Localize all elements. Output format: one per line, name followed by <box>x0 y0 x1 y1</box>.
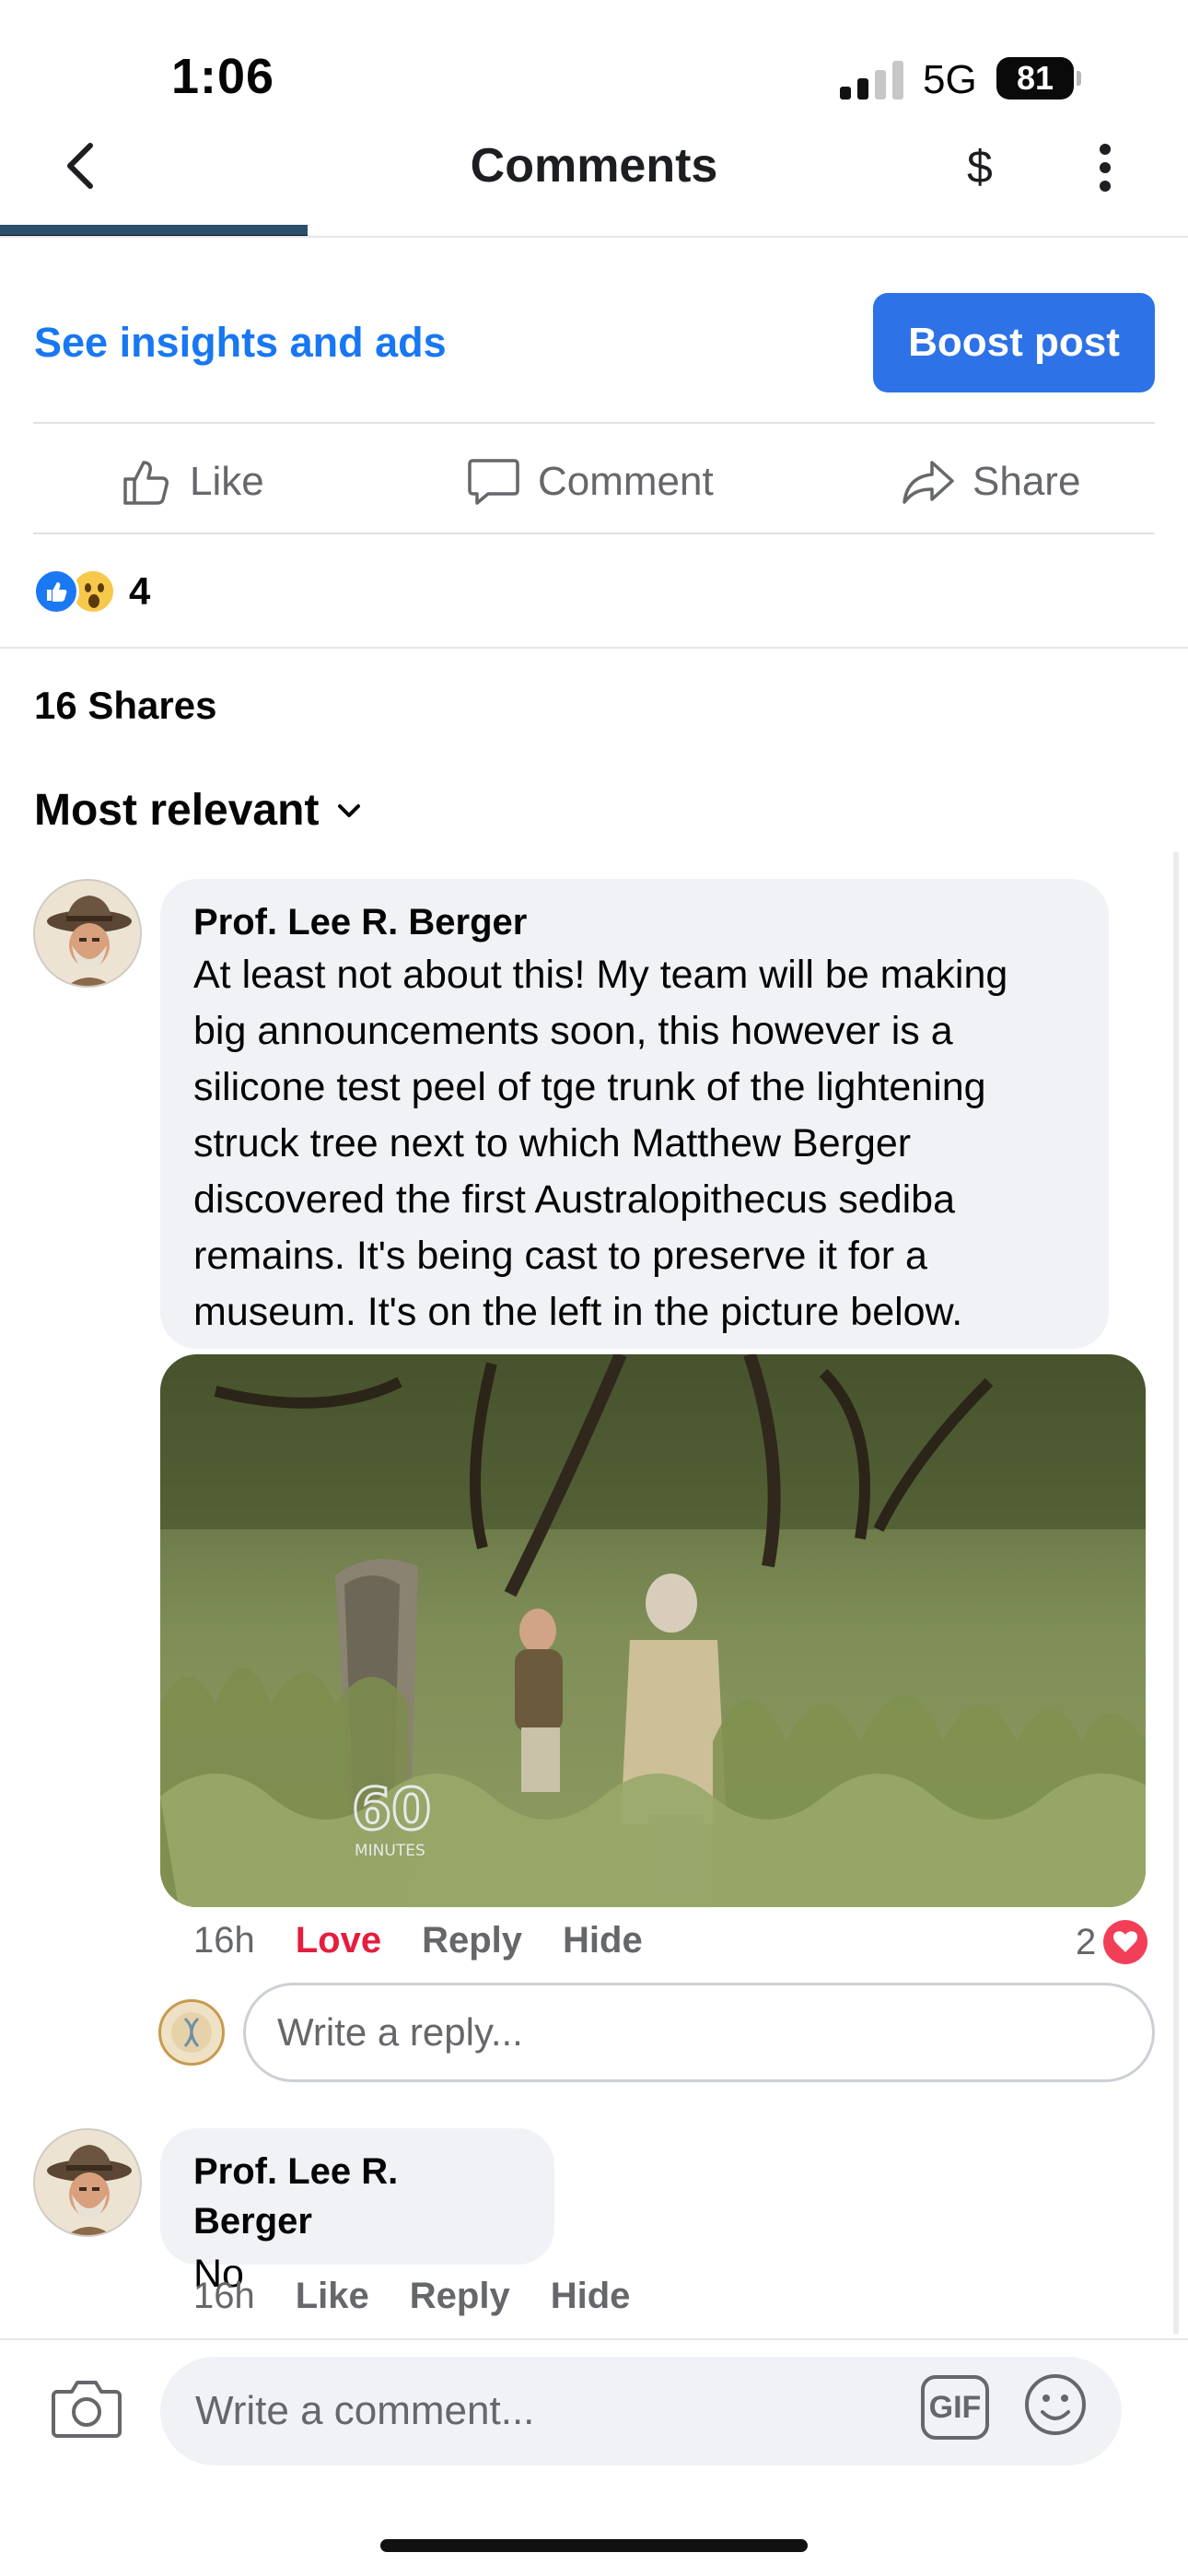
divider <box>33 533 1155 534</box>
battery-icon: 81 <box>996 57 1081 101</box>
comment-bubble: Prof. Lee R. Berger No <box>160 2128 554 2296</box>
page-title: Comments <box>470 139 718 193</box>
comment-bubble: Prof. Lee R. Berger At least not about t… <box>160 879 1109 1349</box>
divider <box>33 422 1155 424</box>
comment-icon <box>468 459 519 505</box>
like-icon <box>123 461 169 505</box>
gif-icon[interactable]: GIF <box>921 2375 989 2440</box>
home-indicator[interactable] <box>380 2539 808 2552</box>
network-label: 5G <box>923 57 977 102</box>
like-reaction-icon <box>33 568 79 615</box>
see-insights-link[interactable]: See insights and ads <box>34 319 447 367</box>
reply-input[interactable]: Write a reply... <box>243 1983 1155 2082</box>
comment-composer: Write a comment... GIF <box>0 2338 1188 2476</box>
comment-button[interactable]: Comment <box>466 450 714 514</box>
nav-bar: Comments $ <box>0 120 1188 212</box>
comment-meta: 16h Like Reply Hide <box>193 2276 670 2317</box>
camera-icon[interactable] <box>52 2375 122 2440</box>
dollar-icon[interactable]: $ <box>967 140 993 193</box>
comment-author[interactable]: Prof. Lee R. Berger <box>193 2147 521 2246</box>
reply-button[interactable]: Reply <box>422 1920 522 1961</box>
my-avatar <box>158 1999 225 2066</box>
status-time: 1:06 <box>171 49 275 104</box>
love-button[interactable]: Love <box>296 1920 381 1961</box>
scrollbar[interactable] <box>1173 851 1179 2335</box>
photo-watermark-sub: MINUTES <box>355 1842 425 1860</box>
sort-label: Most relevant <box>34 786 320 835</box>
photo-watermark: 60 <box>352 1775 431 1843</box>
more-icon[interactable] <box>1094 144 1116 192</box>
comment-text: At least not about this! My team will be… <box>193 953 1008 1334</box>
like-label: Like <box>190 459 264 504</box>
comment-time: 16h <box>193 2276 255 2316</box>
shares-count[interactable]: 16 Shares <box>34 684 216 728</box>
status-bar: 1:06 5G 81 <box>0 0 1188 129</box>
signal-icon <box>840 61 903 100</box>
boost-post-button[interactable]: Boost post <box>873 293 1155 392</box>
reaction-summary[interactable]: 4 <box>33 564 150 619</box>
battery-level: 81 <box>996 57 1074 100</box>
hide-button[interactable]: Hide <box>551 2276 631 2317</box>
reply-button[interactable]: Reply <box>410 2276 510 2317</box>
like-button[interactable]: Like <box>120 450 264 514</box>
avatar[interactable] <box>33 879 142 988</box>
emoji-icon[interactable] <box>1022 2371 1089 2438</box>
comment-meta: 16h Love Reply Hide <box>193 1920 683 1961</box>
comment-label: Comment <box>538 459 714 504</box>
share-button[interactable]: Share <box>901 450 1080 514</box>
comment-author[interactable]: Prof. Lee R. Berger <box>193 897 1076 947</box>
chevron-down-icon <box>338 803 361 817</box>
hide-button[interactable]: Hide <box>563 1920 643 1961</box>
avatar[interactable] <box>33 2128 142 2237</box>
comment-time: 16h <box>193 1920 255 1961</box>
comment-photo[interactable]: 60 MINUTES <box>160 1354 1146 1907</box>
share-icon <box>903 461 954 504</box>
share-label: Share <box>973 459 1081 504</box>
like-comment-button[interactable]: Like <box>296 2276 369 2317</box>
nav-divider <box>0 236 1188 238</box>
heart-icon <box>1103 1920 1148 1964</box>
reaction-count: 2 <box>1076 1921 1097 1962</box>
reaction-count: 4 <box>129 569 151 613</box>
divider <box>0 647 1188 649</box>
sort-dropdown[interactable]: Most relevant <box>34 785 363 836</box>
comment-reaction-count[interactable]: 2 <box>1076 1920 1148 1964</box>
